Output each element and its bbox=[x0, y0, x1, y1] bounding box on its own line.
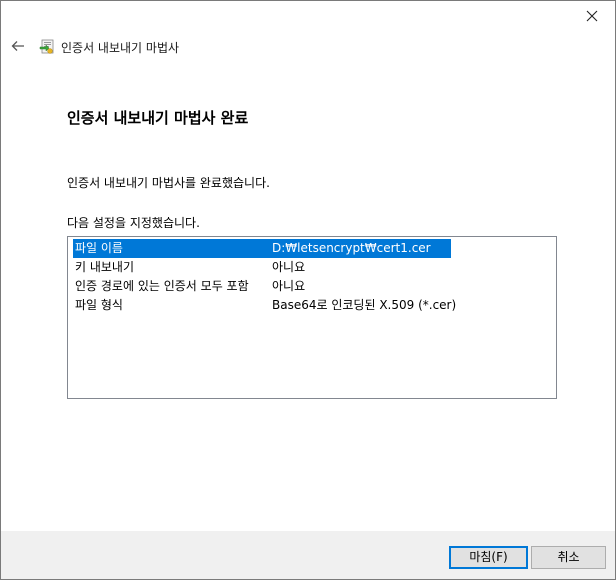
page-heading: 인증서 내보내기 마법사 완료 bbox=[67, 109, 249, 127]
setting-value: Base64로 인코딩된 X.509 (*.cer) bbox=[272, 298, 457, 312]
cancel-button[interactable]: 취소 bbox=[531, 546, 606, 569]
window-title: 인증서 내보내기 마법사 bbox=[61, 41, 180, 55]
setting-value: 아니요 bbox=[272, 260, 306, 274]
setting-name: 파일 형식 bbox=[75, 298, 123, 312]
settings-list[interactable]: 파일 이름 D:₩letsencrypt₩cert1.cer 키 내보내기 아니… bbox=[67, 236, 557, 399]
list-item-file-format[interactable]: 파일 형식 Base64로 인코딩된 X.509 (*.cer) bbox=[73, 296, 456, 315]
settings-label: 다음 설정을 지정했습니다. bbox=[67, 216, 200, 230]
completion-message: 인증서 내보내기 마법사를 완료했습니다. bbox=[67, 176, 270, 190]
button-bar: 마침(F) 취소 bbox=[1, 531, 615, 579]
finish-button[interactable]: 마침(F) bbox=[449, 546, 528, 569]
close-icon bbox=[586, 10, 598, 22]
close-button[interactable] bbox=[569, 1, 615, 31]
certificate-icon bbox=[39, 39, 54, 54]
back-button[interactable] bbox=[7, 35, 29, 57]
setting-name: 파일 이름 bbox=[75, 241, 123, 255]
back-arrow-icon bbox=[11, 41, 24, 51]
setting-value: D:₩letsencrypt₩cert1.cer bbox=[272, 241, 431, 255]
list-item-file-name[interactable]: 파일 이름 D:₩letsencrypt₩cert1.cer bbox=[73, 239, 451, 258]
wizard-header: 인증서 내보내기 마법사 bbox=[1, 33, 615, 61]
wizard-window: 인증서 내보내기 마법사 인증서 내보내기 마법사 완료 인증서 내보내기 마법… bbox=[0, 0, 616, 580]
list-item-export-key[interactable]: 키 내보내기 아니요 bbox=[73, 258, 451, 277]
setting-name: 키 내보내기 bbox=[75, 260, 135, 274]
list-item-include-all-certs[interactable]: 인증 경로에 있는 인증서 모두 포함 아니요 bbox=[73, 277, 451, 296]
setting-name: 인증 경로에 있는 인증서 모두 포함 bbox=[75, 279, 249, 293]
setting-value: 아니요 bbox=[272, 279, 306, 293]
